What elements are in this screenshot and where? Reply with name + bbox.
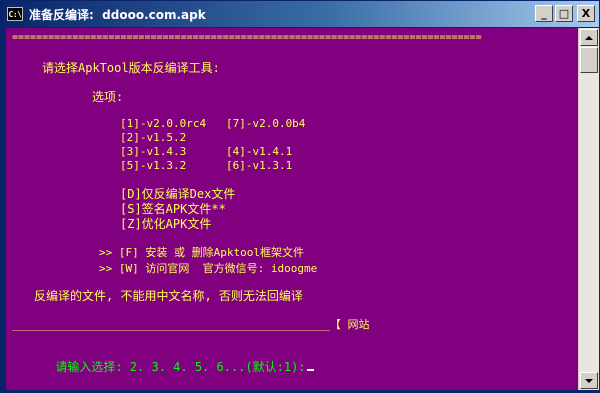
extra-line: >> [F] 安装 或 删除Apktool框架文件 bbox=[99, 246, 304, 259]
version-line: [5]-v1.3.2 [6]-v1.3.1 bbox=[120, 159, 293, 172]
minimize-button[interactable]: _ bbox=[535, 5, 553, 22]
separator-top: ========================================… bbox=[12, 32, 482, 43]
options-label: 选项: bbox=[92, 90, 124, 104]
version-line: [3]-v1.4.3 [4]-v1.4.1 bbox=[120, 145, 293, 158]
console-window: C:\ 准备反编译: ddooo.com.apk _ □ X =========… bbox=[0, 0, 600, 393]
action-line: [Z]优化APK文件 bbox=[120, 217, 212, 231]
action-line: [D]仅反编译Dex文件 bbox=[120, 187, 236, 201]
maximize-button[interactable]: □ bbox=[555, 5, 573, 22]
extra-line: >> [W] 访问官网 官方微信号: idoogme bbox=[99, 262, 318, 275]
input-prompt[interactable]: 请输入选择: 2. 3. 4. 5. 6...(默认:1): bbox=[12, 349, 314, 385]
warning-text: 反编译的文件, 不能用中文名称, 否则无法回编译 bbox=[34, 289, 303, 303]
vertical-scrollbar[interactable] bbox=[578, 28, 599, 390]
title-bar[interactable]: C:\ 准备反编译: ddooo.com.apk _ □ X bbox=[1, 1, 599, 27]
console-output[interactable]: ========================================… bbox=[6, 28, 578, 390]
bottom-line: ________________________________________… bbox=[12, 318, 370, 331]
action-line: [S]签名APK文件** bbox=[120, 202, 226, 216]
scroll-thumb[interactable] bbox=[580, 47, 598, 73]
window-title: 准备反编译: ddooo.com.apk bbox=[29, 7, 206, 22]
text-cursor bbox=[306, 369, 314, 371]
console-icon[interactable]: C:\ bbox=[7, 7, 23, 21]
window-controls: _ □ X bbox=[535, 5, 595, 22]
version-line: [2]-v1.5.2 bbox=[120, 131, 187, 144]
arrow-down-icon[interactable] bbox=[580, 372, 598, 389]
console-heading: 请选择ApkTool版本反编译工具: bbox=[42, 61, 220, 75]
arrow-up-icon[interactable] bbox=[580, 29, 598, 46]
close-button[interactable]: X bbox=[577, 5, 595, 22]
version-line: [1]-v2.0.0rc4 [7]-v2.0.0b4 bbox=[120, 117, 306, 130]
prompt-text: 请输入选择: 2. 3. 4. 5. 6...(默认:1): bbox=[55, 360, 306, 374]
